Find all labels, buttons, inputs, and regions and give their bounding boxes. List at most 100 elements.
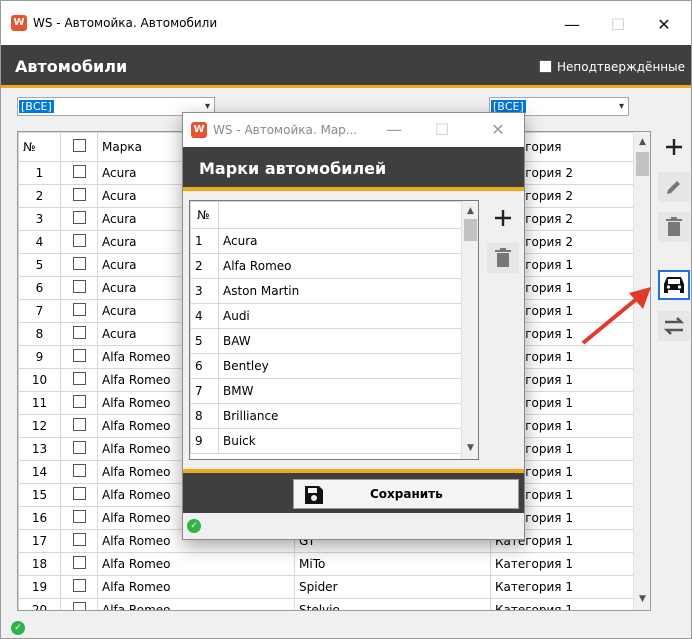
row-checkbox[interactable] xyxy=(73,303,86,316)
dialog-status-ok-icon: ✓ xyxy=(187,519,201,533)
swap-button[interactable] xyxy=(658,311,690,341)
row-brand: Alfa Romeo xyxy=(97,575,295,599)
unconfirmed-checkbox[interactable] xyxy=(539,60,552,73)
chevron-down-icon: ▾ xyxy=(618,101,624,112)
row-model: MiTo xyxy=(294,552,491,576)
row-select-cell[interactable] xyxy=(60,276,98,300)
edit-button[interactable] xyxy=(658,172,690,202)
brand-number: 2 xyxy=(190,253,219,279)
row-checkbox[interactable] xyxy=(73,533,86,546)
close-button[interactable]: ✕ xyxy=(641,8,687,40)
scrollbar-thumb[interactable] xyxy=(464,219,477,241)
brands-table[interactable]: № 1 Acura 2 Alfa Romeo 3 Aston Martin 4 Audi 5 BA… xyxy=(189,200,479,460)
row-number: 2 xyxy=(18,184,61,208)
dialog-add-button[interactable] xyxy=(487,203,519,233)
row-select-cell[interactable] xyxy=(60,506,98,530)
dialog-header: Марки автомобилей xyxy=(183,147,524,191)
table-row[interactable]: 20 Alfa Romeo Stelvio Категория 1 xyxy=(18,598,635,610)
dialog-header-title: Марки автомобилей xyxy=(199,159,387,178)
row-checkbox[interactable] xyxy=(73,556,86,569)
save-button[interactable]: Сохранить xyxy=(293,479,519,509)
row-checkbox[interactable] xyxy=(73,372,86,385)
row-select-cell[interactable] xyxy=(60,345,98,369)
row-select-cell[interactable] xyxy=(60,253,98,277)
table-scrollbar[interactable]: ▲ ▼ xyxy=(633,132,650,610)
car-brands-button[interactable] xyxy=(658,270,690,300)
row-select-cell[interactable] xyxy=(60,230,98,254)
row-number: 7 xyxy=(18,299,61,323)
dialog-minimize-button[interactable]: — xyxy=(371,113,417,145)
brand-filter-value: [ВСЕ] xyxy=(19,100,54,113)
select-all-checkbox[interactable] xyxy=(73,139,86,152)
brand-name: BAW xyxy=(218,328,462,354)
row-checkbox[interactable] xyxy=(73,602,86,610)
delete-button[interactable] xyxy=(658,212,690,242)
row-select-cell[interactable] xyxy=(60,483,98,507)
list-item[interactable]: 9 Buick xyxy=(190,428,462,454)
scrollbar-thumb[interactable] xyxy=(636,152,649,176)
row-checkbox[interactable] xyxy=(73,280,86,293)
row-select-cell[interactable] xyxy=(60,552,98,576)
row-select-cell[interactable] xyxy=(60,207,98,231)
row-checkbox[interactable] xyxy=(73,211,86,224)
brands-scrollbar[interactable]: ▲ ▼ xyxy=(461,201,478,459)
row-select-cell[interactable] xyxy=(60,598,98,610)
row-checkbox[interactable] xyxy=(73,257,86,270)
scroll-down-icon[interactable]: ▼ xyxy=(462,440,478,457)
table-row[interactable]: 19 Alfa Romeo Spider Категория 1 xyxy=(18,575,635,599)
add-button[interactable] xyxy=(658,132,690,162)
row-checkbox[interactable] xyxy=(73,349,86,362)
swap-icon xyxy=(663,317,685,335)
table-row[interactable]: 18 Alfa Romeo MiTo Категория 1 xyxy=(18,552,635,576)
row-checkbox[interactable] xyxy=(73,464,86,477)
brands-column-number[interactable]: № xyxy=(190,201,219,229)
column-select[interactable] xyxy=(60,132,98,162)
row-select-cell[interactable] xyxy=(60,575,98,599)
row-checkbox[interactable] xyxy=(73,234,86,247)
row-number: 6 xyxy=(18,276,61,300)
brands-column-name[interactable] xyxy=(218,201,462,229)
list-item[interactable]: 8 Brilliance xyxy=(190,403,462,429)
row-checkbox[interactable] xyxy=(73,579,86,592)
row-number: 4 xyxy=(18,230,61,254)
chevron-down-icon: ▾ xyxy=(204,101,210,112)
row-select-cell[interactable] xyxy=(60,414,98,438)
scroll-up-icon[interactable]: ▲ xyxy=(634,134,650,151)
list-item[interactable]: 1 Acura xyxy=(190,228,462,254)
column-number[interactable]: № xyxy=(18,132,61,162)
row-checkbox[interactable] xyxy=(73,441,86,454)
row-checkbox[interactable] xyxy=(73,487,86,500)
row-checkbox[interactable] xyxy=(73,395,86,408)
row-number: 12 xyxy=(18,414,61,438)
row-select-cell[interactable] xyxy=(60,437,98,461)
dialog-close-button[interactable]: ✕ xyxy=(475,113,521,145)
row-checkbox[interactable] xyxy=(73,165,86,178)
unconfirmed-label: Неподтверждённые xyxy=(557,60,685,74)
maximize-button[interactable]: ☐ xyxy=(595,8,641,40)
list-item[interactable]: 3 Aston Martin xyxy=(190,278,462,304)
plus-icon xyxy=(495,210,511,226)
row-select-cell[interactable] xyxy=(60,184,98,208)
list-item[interactable]: 4 Audi xyxy=(190,303,462,329)
row-select-cell[interactable] xyxy=(60,161,98,185)
floppy-disk-icon xyxy=(305,486,323,504)
row-select-cell[interactable] xyxy=(60,322,98,346)
row-select-cell[interactable] xyxy=(60,460,98,484)
list-item[interactable]: 6 Bentley xyxy=(190,353,462,379)
row-select-cell[interactable] xyxy=(60,529,98,553)
minimize-button[interactable]: — xyxy=(549,8,595,40)
row-select-cell[interactable] xyxy=(60,368,98,392)
scroll-up-icon[interactable]: ▲ xyxy=(462,203,478,220)
row-checkbox[interactable] xyxy=(73,188,86,201)
row-select-cell[interactable] xyxy=(60,391,98,415)
list-item[interactable]: 5 BAW xyxy=(190,328,462,354)
list-item[interactable]: 2 Alfa Romeo xyxy=(190,253,462,279)
dialog-maximize-button[interactable]: ☐ xyxy=(419,113,465,145)
dialog-delete-button[interactable] xyxy=(487,243,519,273)
row-checkbox[interactable] xyxy=(73,326,86,339)
row-checkbox[interactable] xyxy=(73,418,86,431)
row-select-cell[interactable] xyxy=(60,299,98,323)
row-checkbox[interactable] xyxy=(73,510,86,523)
scroll-down-icon[interactable]: ▼ xyxy=(634,591,650,608)
list-item[interactable]: 7 BMW xyxy=(190,378,462,404)
